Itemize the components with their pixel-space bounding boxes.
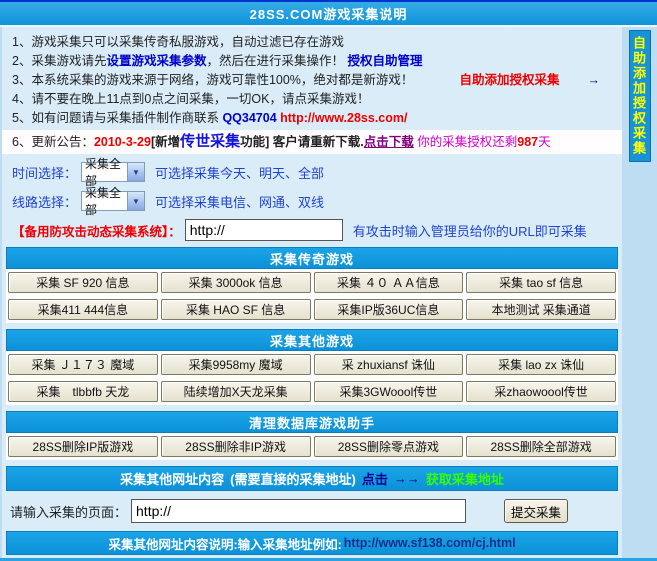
- collect-j173-button[interactable]: 采集 Ｊ１７３ 魔域: [8, 354, 158, 375]
- legend-games-row-2: 采集411 444信息 采集 HAO SF 信息 采集IP版36UC信息 本地测…: [6, 296, 618, 323]
- collect-ip36uc-button[interactable]: 采集IP版36UC信息: [314, 299, 464, 320]
- time-select-label: 时间选择：: [12, 163, 77, 182]
- instruction-1-text: 1、游戏采集只可以采集传奇私服游戏，自动过滤已存在游戏: [12, 35, 344, 49]
- page-title: 28SS.COM游戏采集说明: [250, 4, 408, 23]
- local-test-channel-button[interactable]: 本地测试 采集通道: [466, 299, 616, 320]
- notice-bracket-close: 功能]: [240, 135, 269, 149]
- line-select-value: 采集全部: [82, 184, 127, 218]
- backup-url-input[interactable]: [185, 219, 343, 241]
- collect-sf920-button[interactable]: 采集 SF 920 信息: [8, 272, 158, 293]
- site-url-link[interactable]: http://www.28ss.com/: [277, 111, 408, 125]
- other-games-row-2: 采集 tlbbfb 天龙 陆续增加X天龙采集 采集3GWoool传世 采zhao…: [6, 378, 618, 405]
- instruction-line-3: 3、本系统采集的游戏来源于网络，游戏可靠性100%，绝对都是新游戏！ 自助添加授权…: [2, 71, 622, 90]
- submit-collect-button[interactable]: 提交采集: [504, 499, 568, 523]
- instruction-2-prefix: 2、采集游戏请先: [12, 54, 106, 68]
- section-title: 清理数据库游戏助手: [249, 413, 375, 432]
- license-remaining-text: 你的采集授权还剩: [414, 135, 517, 149]
- collect-other-title: 采集其他网址内容: [120, 469, 224, 488]
- collect-url-note-bar: 采集其他网址内容说明:输入采集地址例如: http://www.sf138.co…: [6, 531, 618, 555]
- collect-taosf-button[interactable]: 采集 tao sf 信息: [466, 272, 616, 293]
- line-select-label: 线路选择：: [12, 192, 77, 211]
- notice-prefix: 6、更新公告：: [12, 135, 94, 149]
- delete-ip-games-button[interactable]: 28SS删除IP版游戏: [8, 436, 158, 457]
- more-tianlong-button[interactable]: 陆续增加X天龙采集: [161, 381, 311, 402]
- notice-bracket-open: [新增: [151, 135, 180, 149]
- instruction-line-5: 5、如有问题请与采集插件制作商联系 QQ34704 http://www.28s…: [2, 109, 622, 128]
- right-rail: 自助添加授权采集: [622, 27, 657, 558]
- main-content: 1、游戏采集只可以采集传奇私服游戏，自动过滤已存在游戏 2、采集游戏请先设置游戏…: [2, 27, 622, 558]
- line-select-row: 线路选择： 采集全部 ▼ 可选择采集电信、网通、双线: [12, 190, 622, 212]
- section-header-db-cleanup: 清理数据库游戏助手: [6, 411, 618, 433]
- backup-system-row: 【备用防攻击动态采集系统】： 有攻击时输入管理员给你的URL即可采集: [12, 219, 622, 241]
- page-url-row: 请输入采集的页面： 提交采集: [10, 499, 622, 523]
- qq-contact[interactable]: QQ34704: [222, 111, 276, 125]
- license-days-value: 987: [517, 135, 538, 149]
- other-games-row-1: 采集 Ｊ１７３ 魔域 采集9958my 魔域 采 zhuxiansf 诛仙 采集…: [6, 351, 618, 378]
- page: 28SS.COM游戏采集说明 1、游戏采集只可以采集传奇私服游戏，自动过滤已存在…: [0, 0, 657, 561]
- section-header-other-games: 采集其他游戏: [6, 329, 618, 351]
- collect-3000ok-button[interactable]: 采集 3000ok 信息: [161, 272, 311, 293]
- set-params-link[interactable]: 设置游戏采集参数: [106, 54, 206, 68]
- time-select-row: 时间选择： 采集全部 ▼ 可选择采集今天、明天、全部: [12, 161, 622, 183]
- collect-411-444-button[interactable]: 采集411 444信息: [8, 299, 158, 320]
- notice-date: 2010-3-29: [94, 135, 151, 149]
- instruction-2-middle: ，然后在进行采集操作！: [206, 54, 344, 68]
- example-url: http://www.sf138.com/cj.html: [344, 536, 516, 550]
- db-cleanup-row: 28SS删除IP版游戏 28SS删除非IP游戏 28SS删除零点游戏 28SS删…: [6, 433, 618, 460]
- section-title: 采集其他游戏: [270, 331, 354, 350]
- instruction-4-text: 4、请不要在晚上11点到0点之间采集，一切OK，请点采集游戏！: [12, 92, 369, 106]
- time-select-hint: 可选择采集今天、明天、全部: [155, 163, 324, 182]
- download-link[interactable]: 点击下载: [364, 135, 414, 149]
- collect-tlbbfb-button[interactable]: 采集 tlbbfb 天龙: [8, 381, 158, 402]
- collect-9958my-button[interactable]: 采集9958my 魔域: [161, 354, 311, 375]
- self-add-auth-link[interactable]: 自助添加授权采集: [459, 73, 559, 87]
- license-days-unit: 天: [538, 135, 551, 149]
- update-notice-line: 6、更新公告：2010-3-29[新增传世采集功能] 客户请重新下载.点击下载 …: [2, 130, 622, 154]
- get-collect-address-link[interactable]: 获取采集地址: [426, 469, 504, 488]
- notice-redownload: 客户请重新下载.: [269, 135, 363, 149]
- instruction-5-prefix: 5、如有问题请与采集插件制作商联系: [12, 111, 222, 125]
- chevron-down-icon: ▼: [127, 192, 144, 210]
- line-select[interactable]: 采集全部 ▼: [81, 191, 145, 211]
- section-title: 采集传奇游戏: [270, 249, 354, 268]
- click-link[interactable]: 点击: [362, 469, 388, 488]
- section-header-legend-games: 采集传奇游戏: [6, 247, 618, 269]
- chevron-down-icon: ▼: [127, 163, 144, 181]
- collect-40aa-button[interactable]: 采集 ４０ ＡＡ信息: [314, 272, 464, 293]
- delete-zero-games-button[interactable]: 28SS删除零点游戏: [314, 436, 464, 457]
- self-add-auth-vertical-tab[interactable]: 自助添加授权采集: [629, 30, 651, 162]
- delete-nonip-games-button[interactable]: 28SS删除非IP游戏: [161, 436, 311, 457]
- collect-laozx-button[interactable]: 采集 lao zx 诛仙: [466, 354, 616, 375]
- page-url-input[interactable]: [131, 499, 466, 523]
- instruction-line-2: 2、采集游戏请先设置游戏采集参数，然后在进行采集操作！ 授权自助管理: [2, 52, 622, 71]
- auth-self-manage-link[interactable]: 授权自助管理: [347, 54, 422, 68]
- backup-system-label: 【备用防攻击动态采集系统】：: [12, 221, 181, 240]
- notice-feature: 传世采集: [180, 133, 240, 150]
- page-title-bar: 28SS.COM游戏采集说明: [0, 2, 657, 27]
- line-select-hint: 可选择采集电信、网通、双线: [155, 192, 324, 211]
- collect-3gwoool-button[interactable]: 采集3GWoool传世: [314, 381, 464, 402]
- collect-other-subtitle: (需要直接的采集地址): [230, 469, 356, 488]
- instruction-line-4: 4、请不要在晚上11点到0点之间采集，一切OK，请点采集游戏！: [2, 90, 622, 109]
- instruction-3-text: 3、本系统采集的游戏来源于网络，游戏可靠性100%，绝对都是新游戏！: [12, 73, 413, 87]
- backup-system-hint: 有攻击时输入管理员给你的URL即可采集: [353, 221, 587, 240]
- legend-games-row-1: 采集 SF 920 信息 采集 3000ok 信息 采集 ４０ ＡＡ信息 采集 …: [6, 269, 618, 296]
- collect-zhaowoool-button[interactable]: 采zhaowoool传世: [466, 381, 616, 402]
- collect-zhuxiansf-button[interactable]: 采 zhuxiansf 诛仙: [314, 354, 464, 375]
- double-arrow-icon: →→: [394, 471, 420, 486]
- time-select[interactable]: 采集全部 ▼: [81, 162, 145, 182]
- collect-haosf-button[interactable]: 采集 HAO SF 信息: [161, 299, 311, 320]
- instruction-line-1: 1、游戏采集只可以采集传奇私服游戏，自动过滤已存在游戏: [2, 33, 622, 52]
- body: 1、游戏采集只可以采集传奇私服游戏，自动过滤已存在游戏 2、采集游戏请先设置游戏…: [0, 27, 657, 558]
- delete-all-games-button[interactable]: 28SS删除全部游戏: [466, 436, 616, 457]
- note-prefix: 采集其他网址内容说明:输入采集地址例如:: [108, 534, 341, 553]
- page-url-label: 请输入采集的页面：: [10, 502, 127, 521]
- collect-other-url-bar: 采集其他网址内容 (需要直接的采集地址) 点击 →→ 获取采集地址: [6, 466, 618, 491]
